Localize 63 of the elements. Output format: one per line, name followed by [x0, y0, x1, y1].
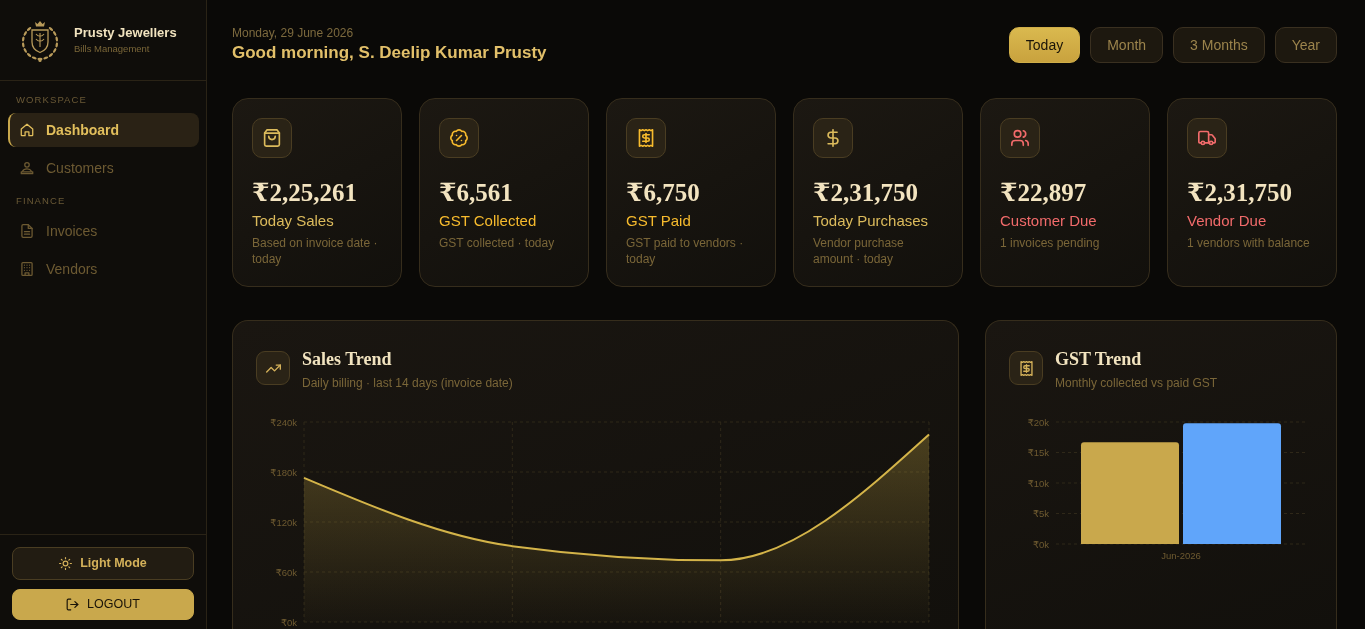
greeting-heading: Good morning, S. Deelip Kumar Prusty [232, 42, 547, 64]
stat-label: Vendor Due [1187, 211, 1268, 231]
stat-label: GST Paid [626, 211, 692, 231]
stat-note: GST paid to vendors · today [626, 235, 745, 267]
stat-value: ₹6,561 [439, 178, 514, 208]
building-icon [20, 262, 34, 276]
truck-icon [1187, 118, 1227, 158]
user-icon [20, 161, 34, 175]
chart-subtitle: Monthly collected vs paid GST [1055, 375, 1218, 391]
stat-value: ₹6,750 [626, 178, 701, 208]
dollar-icon [813, 118, 853, 158]
brand-name: Prusty Jewellers [74, 25, 177, 41]
stat-label: Customer Due [1000, 211, 1098, 231]
nav-link[interactable]: Dashboard [8, 113, 199, 147]
axis-label: ₹180k [270, 466, 297, 478]
stat-value: ₹2,31,750 [1187, 178, 1293, 208]
chart-title: Sales Trend [302, 348, 393, 370]
sun-icon [59, 557, 73, 570]
stat-note: Vendor purchase amount · today [813, 235, 905, 267]
period-tab[interactable]: Year [1274, 27, 1337, 63]
axis-label: Jun-2026 [1161, 550, 1201, 561]
axis-label: ₹240k [270, 416, 297, 428]
date-text: Monday, 29 June 2026 [232, 26, 355, 40]
nav-link[interactable]: Customers [8, 151, 199, 185]
logout-icon [66, 598, 80, 611]
percent-badge-icon [439, 118, 479, 158]
axis-label: ₹15k [1027, 447, 1049, 458]
chart-title: GST Trend [1055, 348, 1143, 370]
section-label: FINANCE [15, 194, 67, 208]
theme-toggle-button[interactable]: Light Mode [12, 547, 194, 580]
axis-label: ₹0k [1032, 538, 1049, 550]
period-tab[interactable]: 3 Months [1173, 27, 1265, 63]
document-icon [20, 224, 34, 238]
stat-value: ₹22,897 [1000, 178, 1088, 208]
brand-subtitle: Bills Management [74, 42, 151, 55]
stat-note: 1 vendors with balance [1187, 235, 1311, 251]
axis-label: ₹60k [275, 566, 297, 578]
period-tab[interactable]: Month [1090, 27, 1164, 63]
stat-note: 1 invoices pending [1000, 235, 1101, 251]
nav-link[interactable]: Vendors [8, 252, 199, 286]
stat-label: Today Sales [252, 211, 335, 231]
receipt-icon [626, 118, 666, 158]
nav-link[interactable]: Invoices [8, 214, 199, 248]
chart-subtitle: Daily billing · last 14 days (invoice date) [302, 375, 513, 391]
stat-label: Today Purchases [813, 211, 930, 231]
shopping-bag-icon [252, 118, 292, 158]
stat-value: ₹2,25,261 [252, 178, 358, 208]
users-icon [1000, 118, 1040, 158]
logout-button[interactable]: LOGOUT [12, 589, 194, 620]
axis-label: ₹5k [1032, 508, 1049, 519]
home-icon [20, 123, 34, 137]
trend-up-icon [256, 351, 290, 385]
stat-label: GST Collected [439, 211, 538, 231]
stat-note: GST collected · today [439, 235, 556, 251]
stat-value: ₹2,31,750 [813, 178, 919, 208]
period-tab[interactable]: Today [1008, 27, 1081, 63]
stat-note: Based on invoice date · today [252, 235, 379, 267]
axis-label: ₹20k [1027, 416, 1049, 428]
receipt-icon [1009, 351, 1043, 385]
section-label: WORKSPACE [15, 93, 88, 107]
axis-label: ₹0k [280, 616, 297, 628]
axis-label: ₹120k [270, 516, 297, 528]
axis-label: ₹10k [1027, 477, 1049, 489]
